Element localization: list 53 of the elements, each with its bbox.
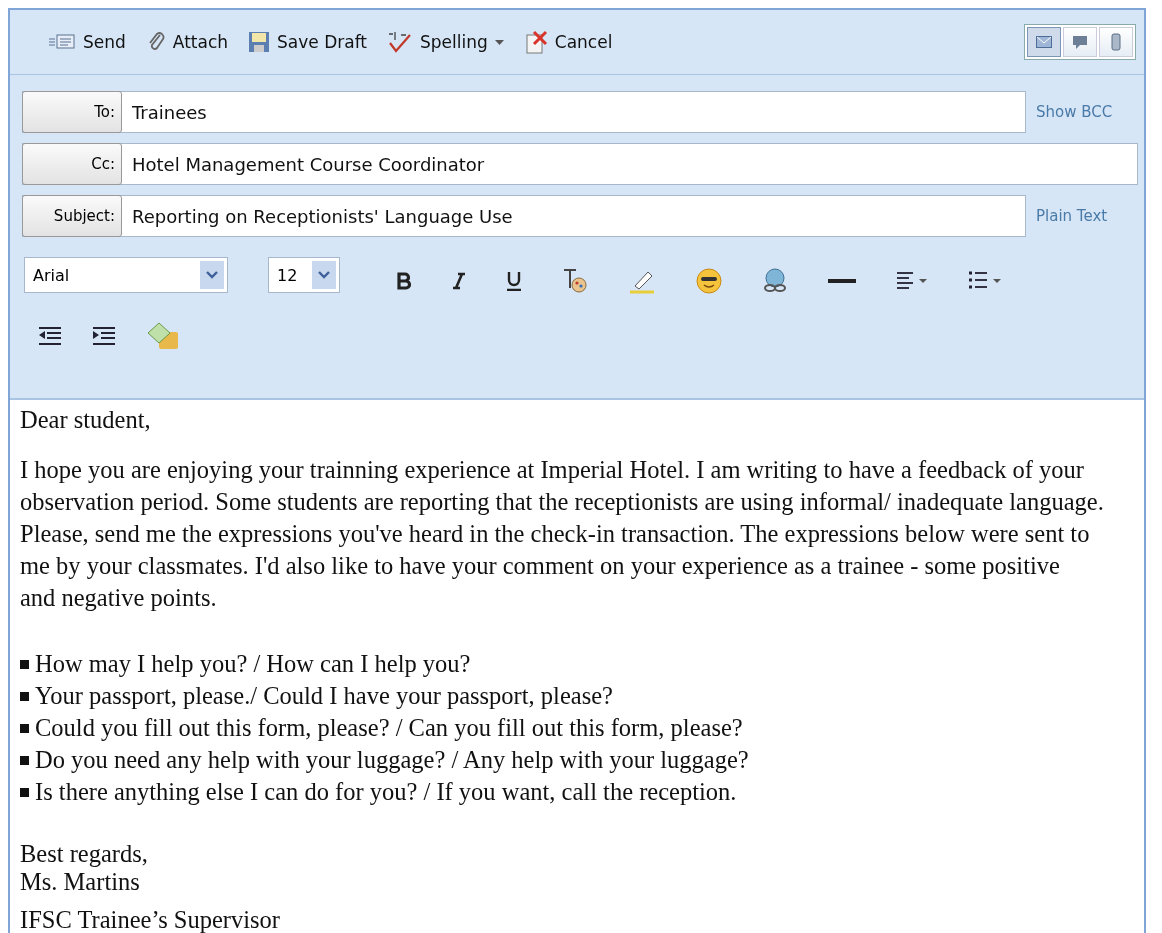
mail-view-tab[interactable]: [1027, 27, 1061, 57]
bullet-icon: [20, 723, 29, 733]
chat-view-tab[interactable]: [1063, 27, 1097, 57]
field-label-button[interactable]: Cc:: [22, 143, 122, 185]
paragraph-text: I hope you are enjoying your trainning experience at Imperial Hotel. I am writing to have a feedback of your observation period. Some students are reporting that the receptionists are using informal/ inadequate language. Please, send me the expressions you've heard in the check-in transaction. The expressions below were sent to me by your classmates. I'd also like to have your comment on your experience as a trainee - some positive and negative points.: [20, 455, 1105, 613]
signature-title: IFSC Trainee’s Supervisor: [20, 905, 281, 933]
bullet-icon: [20, 659, 29, 669]
align-icon[interactable]: [896, 271, 928, 291]
field-value: Reporting on Receptionists' Language Use: [131, 204, 513, 229]
bullet-icon: [20, 755, 29, 765]
bullet-icon: [20, 787, 29, 797]
greeting-text: Dear student,: [20, 405, 152, 435]
field-value: Trainees: [131, 100, 207, 125]
outdent-icon[interactable]: [38, 326, 62, 346]
indent-icon[interactable]: [92, 326, 116, 346]
bullet-text: Do you need any help with your luggage? / Any help with your luggage?: [35, 745, 749, 775]
text-palette-icon[interactable]: [562, 268, 588, 294]
cancel-icon: [523, 30, 548, 54]
field-label-button[interactable]: To:: [22, 91, 122, 133]
address-field[interactable]: Subject: Reporting on Receptionists' Language Use: [22, 195, 1026, 237]
spell-check-icon: [387, 31, 413, 53]
size-select[interactable]: 12: [268, 257, 340, 293]
bullet-text: Could you fill out this form, please? / Can you fill out this form, please?: [35, 713, 743, 743]
field-value: Hotel Management Course Coordinator: [131, 152, 485, 177]
message-body[interactable]: [10, 398, 1144, 933]
attach-button[interactable]: Attach: [143, 29, 231, 55]
italic-icon[interactable]: [452, 272, 466, 290]
phone-view-tab[interactable]: [1099, 27, 1133, 57]
bullet-text: Your passport, please./ Could I have your passport, please?: [35, 681, 613, 711]
option-link[interactable]: Plain Text: [1036, 207, 1138, 225]
globe-link-icon[interactable]: [762, 268, 788, 294]
address-field[interactable]: Cc: Hotel Management Course Coordinator: [22, 143, 1138, 185]
speech-bubble-icon: [1072, 35, 1088, 49]
bullet-text: How may I help you? / How can I help you?: [35, 649, 471, 679]
cancel-button[interactable]: Cancel: [521, 28, 615, 56]
closing-text: Best regards,: [20, 840, 149, 868]
send-button[interactable]: Send: [46, 30, 128, 54]
bullet-text: Is there anything else I can do for you? / If you want, call the reception.: [35, 777, 737, 807]
bold-icon[interactable]: [396, 272, 412, 290]
envelope-lines-icon: [48, 33, 76, 51]
spelling-button[interactable]: Spelling: [385, 29, 506, 55]
smiley-icon[interactable]: [696, 268, 722, 294]
bullet-list-icon[interactable]: [968, 271, 1002, 291]
underline-icon[interactable]: [506, 271, 522, 291]
address-field[interactable]: To: Trainees: [22, 91, 1026, 133]
envelope-icon: [1036, 36, 1052, 48]
option-link[interactable]: Show BCC: [1036, 103, 1138, 121]
bullet-icon: [20, 691, 29, 701]
font-select[interactable]: Arial: [24, 257, 228, 293]
mobile-phone-icon: [1111, 33, 1121, 51]
save-button[interactable]: Save Draft: [246, 29, 369, 55]
field-label-button[interactable]: Subject:: [22, 195, 122, 237]
signature-name: Ms. Martins: [20, 868, 141, 896]
